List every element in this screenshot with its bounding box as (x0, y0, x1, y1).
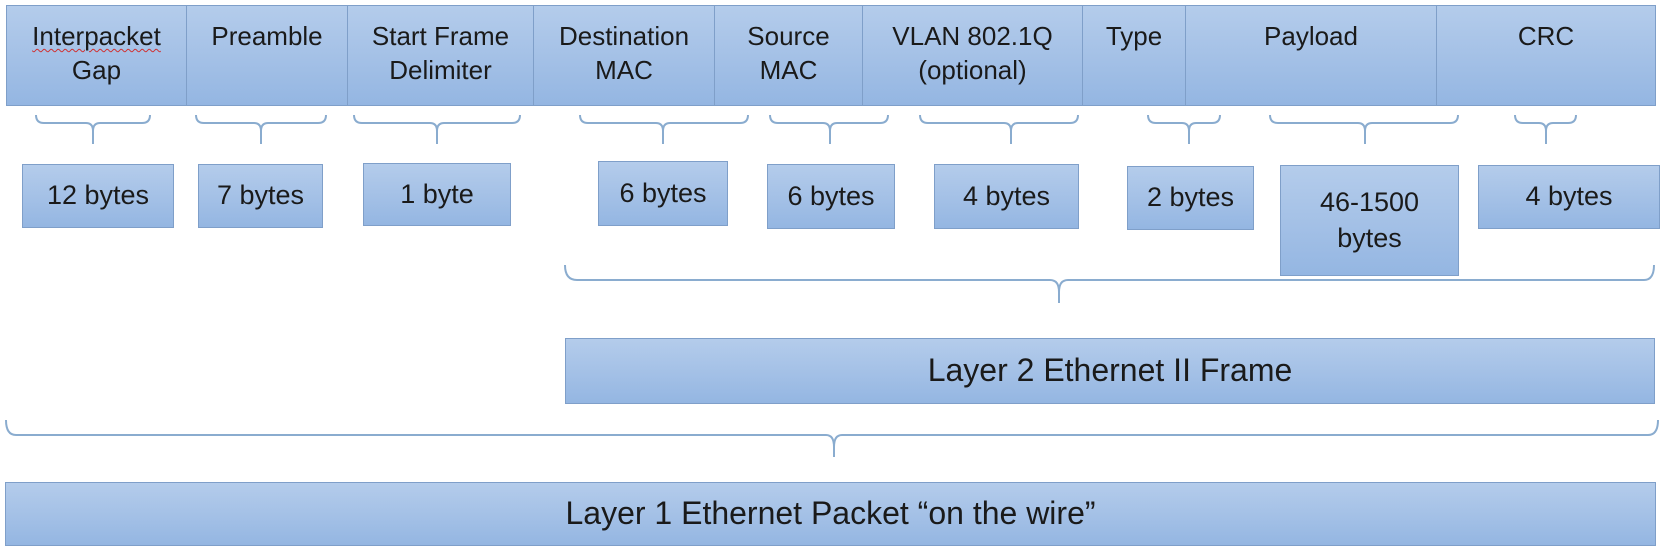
size-label-line1: 46-1500 (1319, 187, 1420, 218)
layer2-label: Layer 2 Ethernet II Frame (927, 352, 1293, 389)
size-box-start-frame-delimiter: 1 byte (363, 163, 511, 226)
size-box-source-mac: 6 bytes (767, 164, 895, 229)
brace-field-2 (353, 114, 521, 144)
size-label: 6 bytes (619, 177, 707, 208)
brace-field-0 (35, 114, 151, 144)
layer1-packet-bar: Layer 1 Ethernet Packet “on the wire” (5, 482, 1656, 546)
brace-field-4 (769, 114, 889, 144)
size-box-payload: 46-1500 bytes (1280, 165, 1459, 276)
size-label: 4 bytes (962, 180, 1051, 211)
brace-field-3 (579, 114, 749, 144)
size-box-interpacket-gap: 12 bytes (22, 164, 174, 228)
brace-field-1 (195, 114, 327, 144)
size-label: 12 bytes (46, 180, 150, 211)
size-label: 7 bytes (216, 180, 305, 211)
brace-layer1 (5, 419, 1659, 457)
size-label: 1 byte (400, 178, 474, 209)
size-label: 4 bytes (1525, 181, 1613, 212)
size-box-crc: 4 bytes (1478, 165, 1660, 229)
layer2-frame-bar: Layer 2 Ethernet II Frame (565, 338, 1655, 404)
brace-layer2 (564, 264, 1655, 303)
size-box-type: 2 bytes (1127, 166, 1254, 230)
layer1-label: Layer 1 Ethernet Packet “on the wire” (565, 495, 1096, 532)
size-box-preamble: 7 bytes (198, 164, 323, 228)
brace-field-5 (919, 114, 1079, 144)
brace-field-8 (1514, 114, 1577, 144)
size-box-vlan: 4 bytes (934, 164, 1079, 229)
size-label: 2 bytes (1146, 182, 1235, 213)
size-box-destination-mac: 6 bytes (598, 161, 728, 226)
size-label-line2: bytes (1337, 222, 1402, 253)
size-label: 6 bytes (787, 180, 875, 211)
brace-field-6 (1147, 114, 1221, 144)
brace-field-7 (1269, 114, 1459, 144)
